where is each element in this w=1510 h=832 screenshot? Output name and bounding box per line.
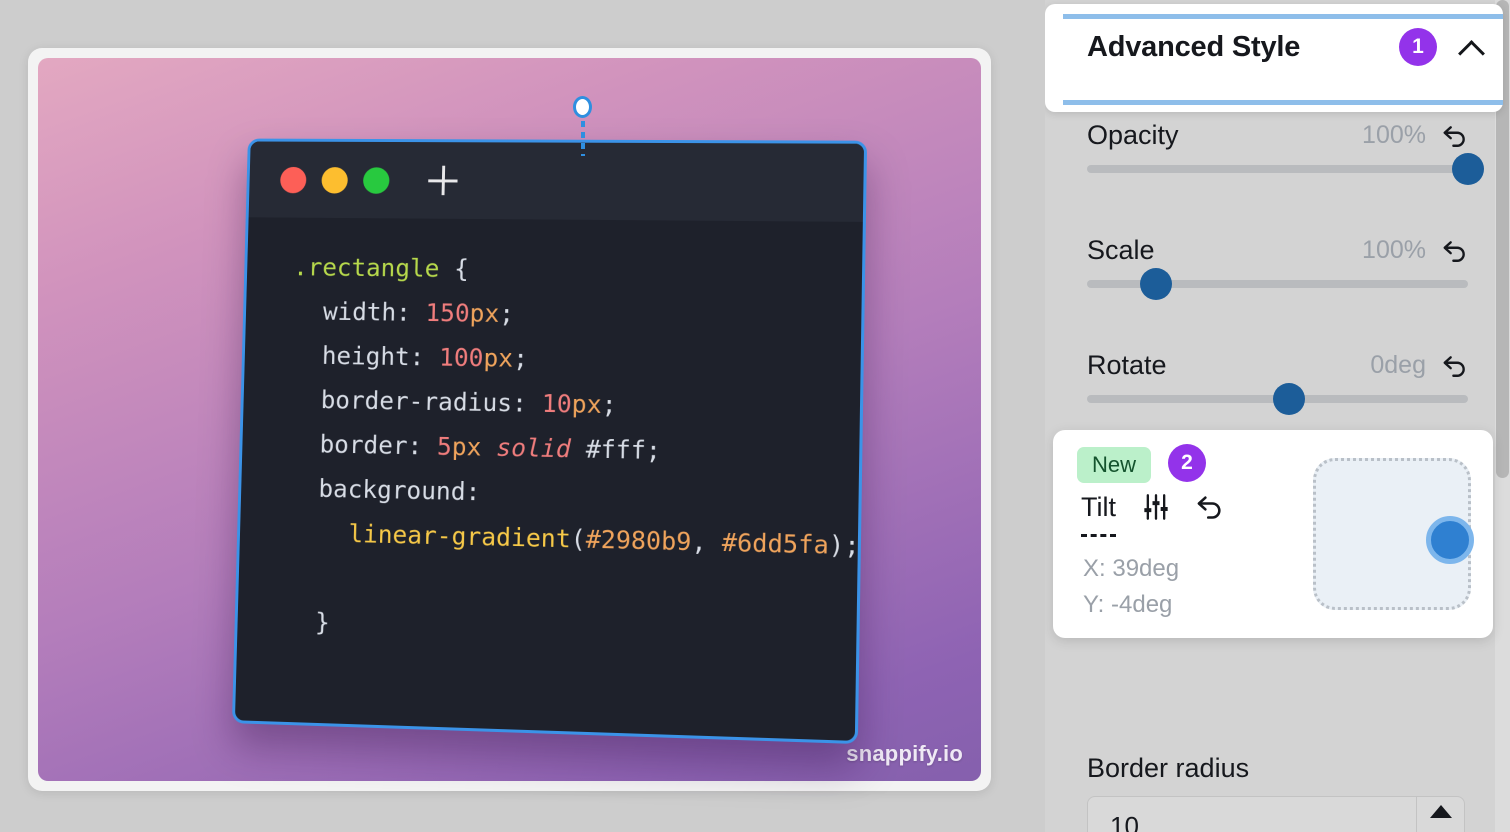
border-radius-label: Border radius xyxy=(1087,753,1250,783)
tilt-label-row: Tilt xyxy=(1081,492,1224,537)
control-scale: Scale 100% xyxy=(1045,235,1510,300)
maximize-dot-icon[interactable] xyxy=(362,166,390,194)
rotate-handle[interactable] xyxy=(573,96,593,156)
code-window-surface[interactable]: .rectangle { width: 150px; height: 100px… xyxy=(231,138,868,745)
triangle-up-icon xyxy=(1429,805,1452,818)
code-open-brace: { xyxy=(439,254,470,283)
code-fn-linear-gradient: linear-gradient xyxy=(348,519,572,554)
scale-slider-thumb[interactable] xyxy=(1139,268,1172,300)
code-border-color: #fff xyxy=(585,434,647,465)
code-snippet-window[interactable]: .rectangle { width: 150px; height: 100px… xyxy=(231,138,868,745)
tilt-control-card[interactable]: New 2 Tilt X: 39deg Y: -4deg xyxy=(1053,430,1493,638)
code-prop-background: background: xyxy=(318,474,481,507)
new-badge: New xyxy=(1077,447,1152,483)
code-semi-2: ; xyxy=(512,343,529,373)
code-border-width-unit: px xyxy=(451,432,482,462)
code-comma: , xyxy=(691,527,723,557)
border-radius-increment[interactable] xyxy=(1417,797,1464,826)
code-semi-3: ; xyxy=(601,389,617,420)
code-border-radius-value: 10 xyxy=(541,388,573,419)
tilt-y-value: Y: -4deg xyxy=(1083,591,1173,618)
opacity-slider[interactable] xyxy=(1087,153,1484,185)
border-radius-steppers xyxy=(1416,797,1464,832)
code-semi-4: ; xyxy=(645,435,662,466)
step-badge-2: 2 xyxy=(1168,444,1206,482)
tilt-drag-handle[interactable] xyxy=(1426,516,1474,564)
rotate-slider-thumb[interactable] xyxy=(1272,383,1305,415)
code-window-tilt-wrapper: .rectangle { width: 150px; height: 100px… xyxy=(231,138,868,745)
control-scale-value: 100% xyxy=(1362,236,1426,264)
tilt-reset-undo-icon[interactable] xyxy=(1196,494,1224,525)
code-border-style: solid xyxy=(481,432,587,464)
code-prop-height: height: xyxy=(321,341,440,372)
border-radius-value[interactable]: 10 xyxy=(1088,811,1139,832)
snappify-watermark: snappify.io xyxy=(846,741,963,766)
code-gradient-color-1: #2980b9 xyxy=(585,524,692,557)
code-border-width: 5 xyxy=(436,431,453,461)
code-paren-close: ); xyxy=(828,530,860,561)
control-rotate-label: Rotate xyxy=(1087,350,1167,380)
rotate-handle-knob[interactable] xyxy=(573,96,592,118)
code-height-unit: px xyxy=(483,343,514,373)
code-width-unit: px xyxy=(469,298,500,328)
tilt-drag-pad[interactable] xyxy=(1313,458,1474,610)
code-editor-body[interactable]: .rectangle { width: 150px; height: 100px… xyxy=(235,217,863,741)
code-selector: .rectangle xyxy=(293,252,440,283)
control-rotate-head: Rotate 0deg xyxy=(1087,350,1468,381)
close-dot-icon[interactable] xyxy=(279,166,307,193)
control-opacity-value: 100% xyxy=(1362,121,1426,149)
plus-icon[interactable] xyxy=(428,166,458,196)
control-rotate: Rotate 0deg xyxy=(1045,350,1510,415)
control-scale-head: Scale 100% xyxy=(1087,235,1468,266)
tilt-x-value: X: 39deg xyxy=(1083,555,1180,582)
advanced-style-header[interactable]: Advanced Style 1 xyxy=(1045,4,1503,112)
tilt-label: Tilt xyxy=(1081,492,1116,537)
code-width-value: 150 xyxy=(425,298,471,328)
rotate-slider[interactable] xyxy=(1087,383,1468,415)
scale-slider[interactable] xyxy=(1087,268,1468,300)
sliders-icon[interactable] xyxy=(1142,493,1170,526)
step-badge-1: 1 xyxy=(1399,28,1437,66)
page-title: Advanced Style xyxy=(1087,30,1301,63)
minimize-dot-icon[interactable] xyxy=(321,166,349,194)
code-prop-border-radius: border-radius: xyxy=(320,385,543,418)
code-prop-width: width: xyxy=(322,297,426,327)
border-radius-input[interactable]: 10 xyxy=(1087,796,1465,832)
control-opacity-head: Opacity 100% xyxy=(1087,120,1468,151)
control-opacity: Opacity 100% xyxy=(1045,120,1510,185)
advanced-style-panel: Advanced Style 1 Opacity 100% Scale 100%… xyxy=(1045,0,1510,832)
app-root: snappify.io .rectangle { width: 150px; h… xyxy=(0,0,1510,832)
editor-canvas[interactable]: snappify.io .rectangle { width: 150px; h… xyxy=(0,0,1045,832)
control-scale-label: Scale xyxy=(1087,235,1155,265)
control-opacity-label: Opacity xyxy=(1087,120,1179,150)
code-height-value: 100 xyxy=(438,342,484,373)
border-radius-decrement[interactable] xyxy=(1417,826,1464,832)
code-paren-open: ( xyxy=(570,524,587,554)
code-prop-border: border: xyxy=(319,429,438,461)
window-titlebar xyxy=(248,141,865,222)
opacity-reset-undo-icon[interactable] xyxy=(1442,124,1468,148)
chevron-up-icon[interactable] xyxy=(1459,34,1485,60)
opacity-slider-thumb[interactable] xyxy=(1452,153,1484,185)
code-semi-1: ; xyxy=(498,299,515,329)
code-close-brace: } xyxy=(314,607,331,637)
code-gradient-color-2: #6dd5fa xyxy=(721,527,830,560)
rotate-reset-undo-icon[interactable] xyxy=(1442,354,1468,378)
advanced-style-header-inner: Advanced Style 1 xyxy=(1087,28,1485,66)
scale-reset-undo-icon[interactable] xyxy=(1442,239,1468,263)
code-border-radius-unit: px xyxy=(571,389,602,419)
control-rotate-value: 0deg xyxy=(1370,351,1426,379)
